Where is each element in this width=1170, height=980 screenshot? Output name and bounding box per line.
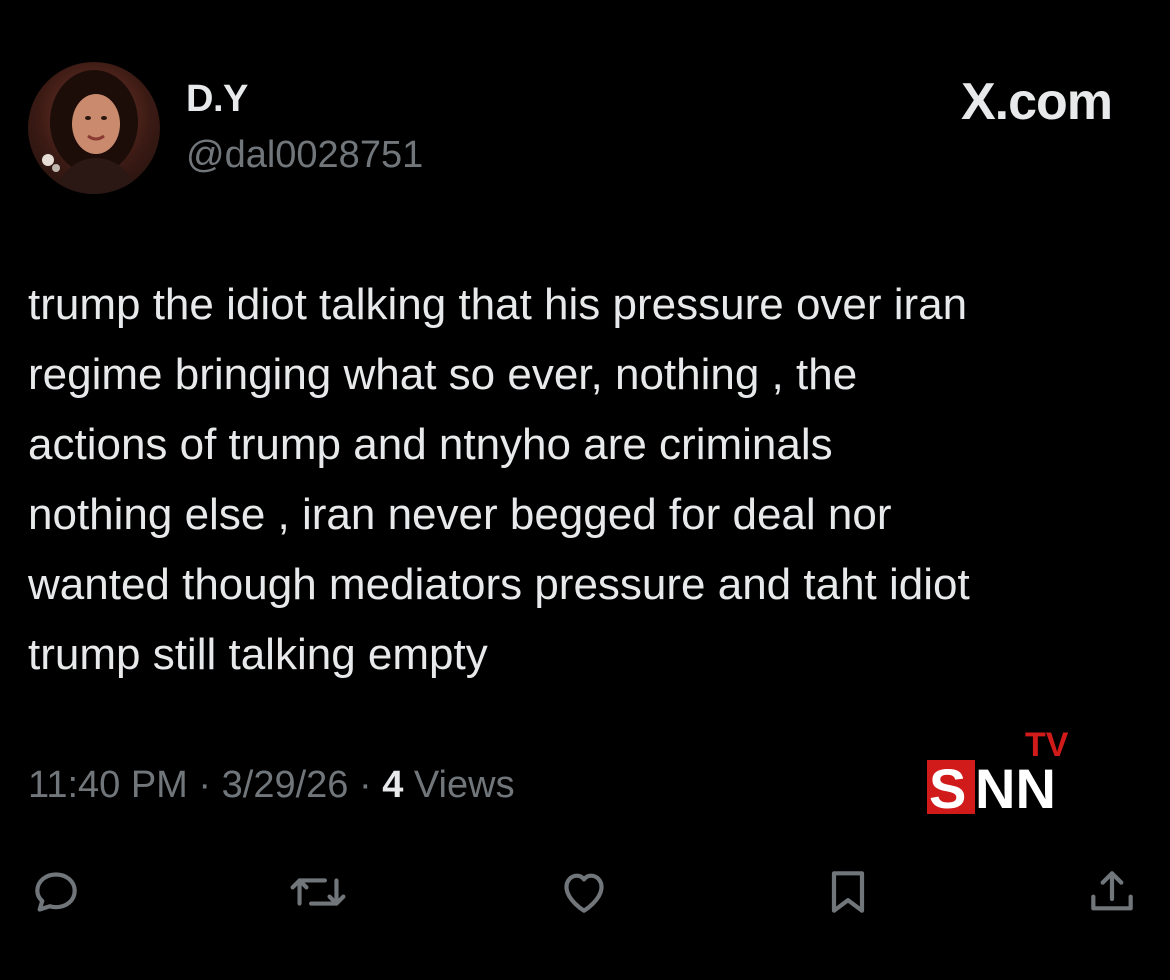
- share-button[interactable]: [1080, 860, 1144, 924]
- tweet-text: trump the idiot talking that his pressur…: [28, 280, 970, 679]
- reply-button[interactable]: [24, 860, 88, 924]
- author-handle[interactable]: @dal0028751: [186, 134, 423, 177]
- like-icon: [564, 873, 604, 913]
- avatar-photo: [42, 70, 140, 194]
- tweet-time[interactable]: 11:40 PM: [28, 764, 188, 806]
- views-count: 4: [382, 764, 404, 806]
- action-bar: [0, 860, 1170, 930]
- repost-icon: [290, 878, 346, 906]
- meta-separator: ·: [187, 764, 222, 806]
- meta-separator: ·: [348, 764, 383, 806]
- snn-s-letter: S: [929, 757, 966, 818]
- reply-icon: [35, 872, 77, 912]
- snn-nn-letters: NN: [975, 757, 1056, 818]
- snn-tv-watermark: TV S NN: [927, 728, 1069, 818]
- tweet-metadata: 11:40 PM · 3/29/26 · 4 Views: [28, 764, 515, 807]
- author-display-name[interactable]: D.Y: [186, 78, 248, 121]
- bookmark-button[interactable]: [816, 860, 880, 924]
- brand-logo: X.com: [960, 73, 1113, 131]
- like-button[interactable]: [552, 860, 616, 924]
- bookmark-icon: [831, 871, 865, 913]
- repost-button[interactable]: [286, 860, 350, 924]
- tweet-date[interactable]: 3/29/26: [222, 764, 349, 806]
- share-icon: [1091, 871, 1133, 911]
- avatar[interactable]: [28, 62, 160, 194]
- views-label: Views: [403, 764, 515, 806]
